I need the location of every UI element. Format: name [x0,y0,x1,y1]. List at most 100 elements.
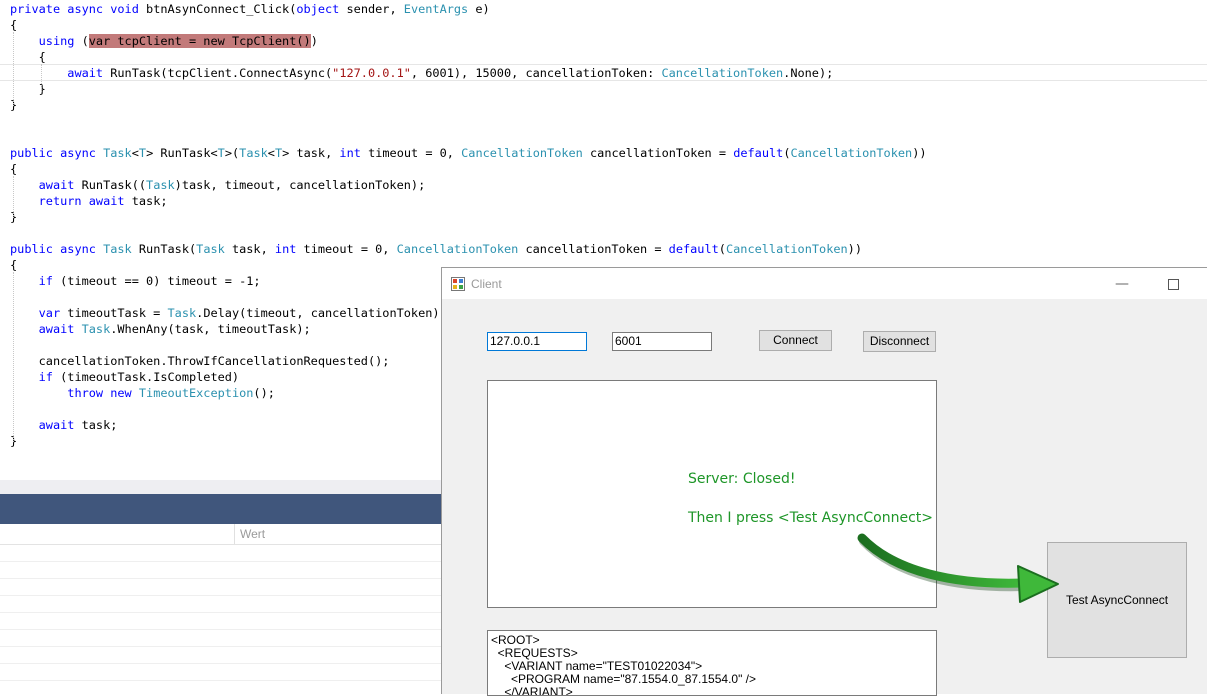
code-token: ( [718,242,726,256]
code-line: { [10,17,17,33]
code-token: await [67,66,111,80]
table-row[interactable] [0,595,441,596]
table-row[interactable] [0,561,441,562]
code-line: throw new TimeoutException(); [10,385,275,401]
code-token: if [38,274,61,288]
table-row[interactable] [0,629,441,630]
table-row[interactable] [0,646,441,647]
code-line: return await task; [10,193,168,209]
code-token: Task [103,242,139,256]
code-token: async [60,242,104,256]
code-token: int [274,242,304,256]
code-token: public [10,242,61,256]
annotation-press-test: Then I press <Test AsyncConnect> [688,510,934,526]
code-token: ( [81,34,89,48]
code-token: Task [103,146,132,160]
code-token: )) [912,146,927,160]
code-token: await [38,178,82,192]
locals-panel-title-bar[interactable] [0,494,441,524]
code-token: object [296,2,347,16]
code-token: if [38,370,61,384]
code-token: return [38,194,89,208]
editor-splitter[interactable] [0,480,441,494]
code-line: await Task.WhenAny(task, timeoutTask); [10,321,311,337]
code-token: < [267,146,275,160]
code-token: var tcpClient = new TcpClient() [88,34,311,48]
code-line: public async Task RunTask(Task task, int… [10,241,862,257]
code-token: task; [81,418,118,432]
annotation-server-closed: Server: Closed! [688,471,796,487]
table-row[interactable] [0,663,441,664]
code-token: Task [146,178,175,192]
code-token: .WhenAny(task, timeoutTask); [110,322,311,336]
code-line: using (var tcpClient = new TcpClient()) [10,33,318,49]
disconnect-button[interactable]: Disconnect [863,331,936,352]
code-token: btnAsynConnect_Click( [146,2,297,16]
code-token: "127.0.0.1" [332,66,411,80]
code-line: await RunTask((Task)task, timeout, cance… [10,177,426,193]
code-token: T [138,146,147,160]
code-token: .None); [783,66,834,80]
code-token: cancellationToken = [525,242,669,256]
code-token: timeout = 0, [368,146,462,160]
code-token: CancellationToken [661,66,784,80]
column-header-row: Wert [0,524,441,545]
code-token: CancellationToken [396,242,526,256]
indent-guide [13,272,14,442]
code-line: public async Task<T> RunTask<T>(Task<T> … [10,145,927,161]
column-header-value[interactable]: Wert [240,527,265,541]
code-token: { [10,258,18,272]
code-token: CancellationToken [461,146,590,160]
connect-button[interactable]: Connect [759,330,832,351]
indent-guide [13,176,14,218]
table-row[interactable] [0,612,441,613]
code-token: timeoutTask = [67,306,168,320]
title-bar[interactable]: Client — [442,268,1207,299]
ip-address-input[interactable]: 127.0.0.1 [487,332,587,351]
code-token: .Delay(timeout, cancellationToken); [196,306,447,320]
code-token: async [60,146,104,160]
code-token: Task [167,306,197,320]
code-token: EventArgs [403,2,476,16]
table-row[interactable] [0,578,441,579]
code-token: task; [131,194,168,208]
code-token: await [38,322,82,336]
test-async-connect-button[interactable]: Test AsyncConnect [1047,542,1187,658]
code-token: default [733,146,784,160]
indent-guide [41,64,42,92]
code-token: private [10,2,68,16]
code-token: cancellationToken.ThrowIfCancellationReq… [10,354,390,368]
code-token: Task [239,146,268,160]
locals-panel: Wert [0,524,441,694]
code-token: e) [475,2,490,16]
code-token: RunTask(tcpClient.ConnectAsync( [110,66,333,80]
client-window: Client — 127.0.0.1 6001 Connect Disconne… [441,267,1207,696]
code-line: private async void btnAsynConnect_Click(… [10,1,490,17]
minimize-icon[interactable]: — [1110,276,1134,292]
code-line: if (timeoutTask.IsCompleted) [10,369,239,385]
code-line: await RunTask(tcpClient.ConnectAsync("12… [10,65,833,81]
code-token: RunTask(( [81,178,147,192]
code-token: task, [231,242,275,256]
code-token: (timeoutTask.IsCompleted) [60,370,240,384]
table-row[interactable] [0,680,441,681]
app-icon [451,277,465,291]
message-area[interactable]: Server: Closed! Then I press <Test Async… [487,380,937,608]
code-token: timeout = 0, [303,242,397,256]
port-input[interactable]: 6001 [612,332,712,351]
code-line: { [10,49,46,65]
code-token: int [339,146,369,160]
maximize-icon[interactable] [1162,276,1186,292]
code-token: CancellationToken [725,242,848,256]
code-line: await task; [10,417,118,433]
column-divider[interactable] [234,524,235,544]
xml-text-area[interactable]: <ROOT> <REQUESTS> <VARIANT name="TEST010… [487,630,937,696]
